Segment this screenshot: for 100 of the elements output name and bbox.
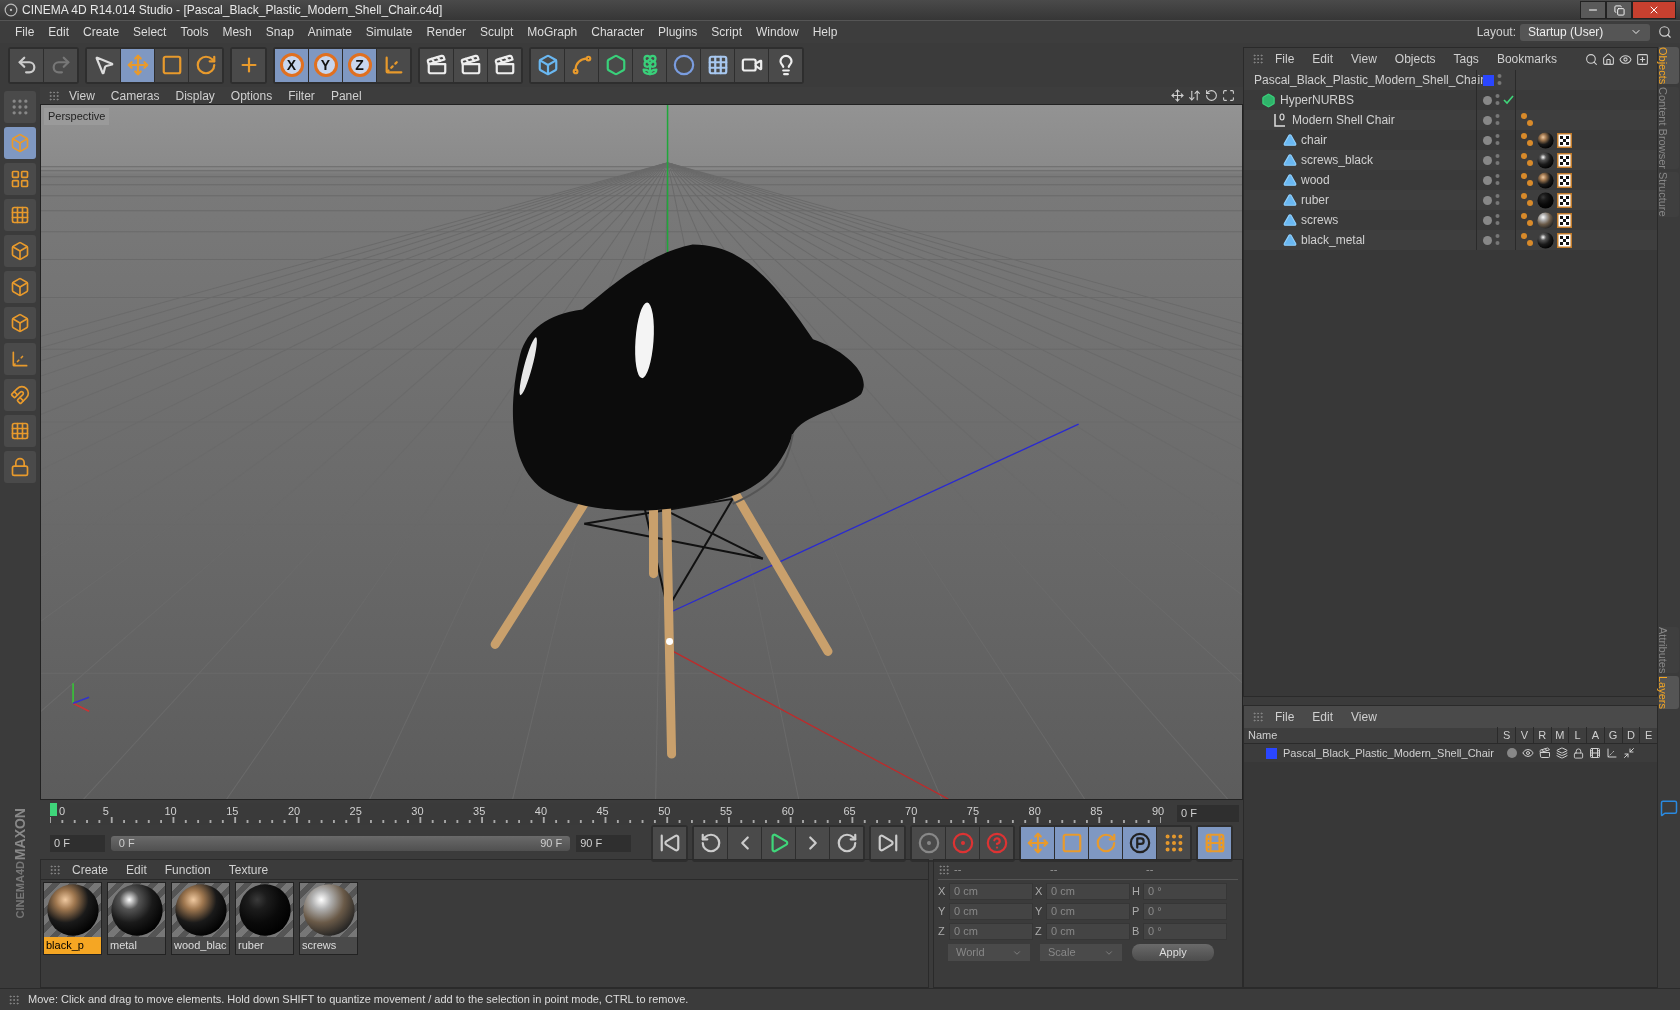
material-swatch[interactable]: metal [107,882,166,955]
record-keys-button[interactable] [912,826,945,860]
lock-icon[interactable] [1573,747,1584,759]
end-frame-field[interactable]: 90 F [576,834,631,852]
undo-button[interactable] [10,48,43,82]
render-picture-viewer-button[interactable] [454,48,487,82]
column-header[interactable]: S [1497,727,1515,744]
column-header[interactable]: D [1621,727,1640,744]
menu-item[interactable]: Window [749,23,806,41]
checkmark-icon[interactable] [1503,95,1514,105]
go-to-start-button[interactable] [653,826,686,860]
mode-tool-button[interactable] [4,415,36,447]
column-header[interactable]: Name [1244,727,1498,744]
viewport-menu-item[interactable]: View [62,86,102,105]
phong-tag-icon[interactable] [1520,212,1534,228]
previous-key-button[interactable] [694,826,727,860]
object-tree-item[interactable]: black_metal [1301,231,1366,249]
material-menu-item[interactable]: Function [157,860,218,879]
previous-frame-button[interactable] [728,826,761,860]
select-tool-button[interactable] [87,48,120,82]
material-menu-item[interactable]: Edit [119,860,154,879]
render-view-button[interactable] [420,48,453,82]
uvw-tag-icon[interactable] [1557,192,1572,208]
menu-item[interactable]: Sculpt [472,23,521,41]
object-tree-item[interactable]: screws [1301,211,1339,229]
visibility-toggle-icon[interactable] [1495,153,1500,167]
menu-item[interactable]: Character [584,23,651,41]
pan-view-icon[interactable] [1171,89,1184,102]
object-tree-item[interactable]: screws_black [1301,151,1374,169]
rotate-tool-button[interactable] [189,48,222,82]
floor-button[interactable] [701,48,734,82]
menu-item[interactable]: Mesh [215,23,259,41]
current-frame-field[interactable]: 0 F [1177,805,1239,822]
mode-tool-button[interactable] [4,235,36,267]
column-header[interactable]: R [1532,727,1551,744]
chat-icon[interactable] [1660,799,1678,818]
viewport-menu-item[interactable]: Panel [323,86,369,105]
apply-button[interactable]: Apply [1132,944,1214,961]
next-key-button[interactable] [830,826,863,860]
uvw-tag-icon[interactable] [1557,212,1572,228]
new-panel-icon[interactable] [1636,52,1649,66]
render-icon[interactable] [1539,747,1551,759]
timeline-button[interactable] [1198,826,1231,860]
mode-tool-button[interactable] [4,91,36,123]
mode-tool-button[interactable] [4,307,36,339]
object-tree-item[interactable]: ruber [1301,191,1329,209]
menu-item[interactable]: Tools [173,23,216,41]
side-tab[interactable]: Layers [1659,676,1679,710]
start-frame-field[interactable]: 0 F [50,834,105,852]
uvw-tag-icon[interactable] [1557,232,1572,248]
menu-item[interactable]: MoGraph [520,23,585,41]
visibility-toggle-icon[interactable] [1495,213,1500,227]
render-settings-button[interactable] [488,48,521,82]
zoom-view-icon[interactable] [1188,89,1201,102]
object-menu-item[interactable]: Objects [1387,50,1443,68]
layer-menu-item[interactable]: File [1268,708,1302,726]
keyframe-selection-button[interactable] [980,826,1013,860]
mode-tool-button[interactable] [4,199,36,231]
uvw-tag-icon[interactable] [1557,172,1572,188]
uvw-tag-icon[interactable] [1557,132,1572,148]
generator-icon[interactable] [1606,747,1618,759]
visibility-toggle-icon[interactable] [1495,93,1500,107]
home-icon[interactable] [1602,52,1615,66]
deformer-icon[interactable] [1623,747,1635,759]
visibility-toggle-icon[interactable] [1495,113,1500,127]
spline-button[interactable] [565,48,598,82]
column-header[interactable]: L [1568,727,1586,744]
material-swatch[interactable]: black_p [43,882,102,955]
move-tool-button[interactable] [121,48,154,82]
playhead[interactable] [50,802,57,816]
menu-item[interactable]: Snap [258,23,301,41]
mode-tool-button[interactable] [4,379,36,411]
deformer-button[interactable] [667,48,700,82]
viewport-menu-item[interactable]: Options [223,86,280,105]
object-tree-item[interactable]: HyperNURBS [1280,91,1354,109]
phong-tag-icon[interactable] [1520,192,1534,208]
scale-key-button[interactable] [1055,826,1088,860]
visible-icon[interactable] [1522,747,1534,759]
manager-icon[interactable] [1556,747,1568,759]
viewport-menu-item[interactable]: Display [168,86,222,105]
next-frame-button[interactable] [796,826,829,860]
position-key-button[interactable] [1021,826,1054,860]
object-tree-item[interactable]: wood [1301,171,1330,189]
search-icon[interactable] [1585,52,1598,66]
close-button[interactable] [1632,1,1676,19]
phong-tag-icon[interactable] [1520,232,1534,248]
menu-item[interactable]: Render [419,23,473,41]
column-header[interactable]: V [1515,727,1533,744]
object-menu-item[interactable]: Bookmarks [1489,50,1564,68]
array-button[interactable] [633,48,666,82]
mode-tool-button[interactable] [4,271,36,303]
object-menu-item[interactable]: File [1268,50,1302,68]
visibility-toggle-icon[interactable] [1497,73,1502,87]
object-menu-item[interactable]: Tags [1446,50,1486,68]
toggle-view-icon[interactable] [1222,89,1235,102]
menu-item[interactable]: File [8,23,42,41]
eye-icon[interactable] [1619,52,1632,66]
camera-button[interactable] [735,48,768,82]
layer-menu-item[interactable]: Edit [1305,708,1341,726]
menu-item[interactable]: Script [704,23,749,41]
